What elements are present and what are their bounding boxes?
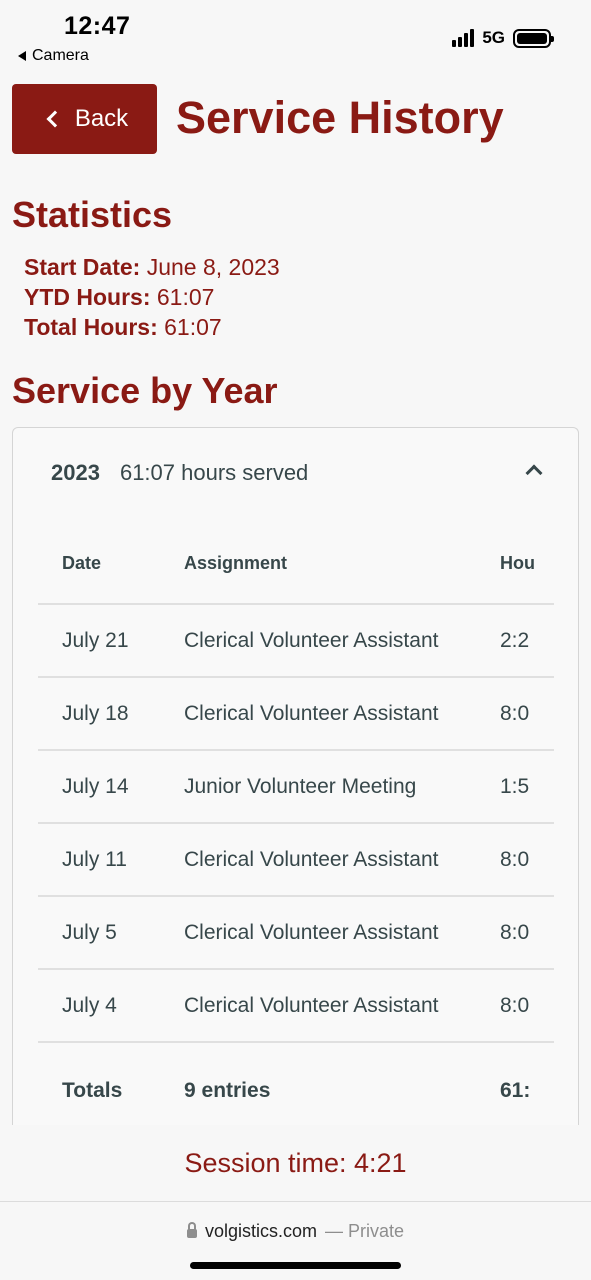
browser-address-bar[interactable]: volgistics.com — Private	[0, 1201, 591, 1280]
row-assignment: Clerical Volunteer Assistant	[184, 896, 500, 970]
total-hours-row: Total Hours: 61:07	[24, 312, 280, 342]
service-by-year-heading: Service by Year	[12, 370, 278, 411]
private-label: — Private	[325, 1221, 405, 1241]
statistics-heading: Statistics	[12, 194, 173, 235]
network-label: 5G	[482, 28, 505, 47]
chevron-up-icon[interactable]	[525, 464, 543, 482]
year-panel: 2023 61:07 hours served Date Assignment …	[12, 427, 579, 1125]
row-assignment: Junior Volunteer Meeting	[184, 750, 500, 824]
lock-icon	[186, 1222, 197, 1238]
status-bar: 12:47 Camera 5G	[0, 0, 591, 72]
table-row: July 18 Clerical Volunteer Assistant 8:0	[38, 677, 554, 751]
signal-icon	[452, 29, 475, 47]
table-row: July 5 Clerical Volunteer Assistant 8:0	[38, 896, 554, 970]
column-header-date: Date	[38, 523, 184, 605]
ytd-hours-value: 61:07	[156, 284, 215, 310]
status-time: 12:47	[64, 12, 131, 40]
table-row: July 21 Clerical Volunteer Assistant 2:2	[38, 604, 554, 678]
totals-entries: 9 entries	[184, 1078, 271, 1102]
row-assignment: Clerical Volunteer Assistant	[184, 969, 500, 1043]
domain-label: volgistics.com	[204, 1221, 317, 1241]
back-triangle-icon	[18, 51, 26, 61]
totals-row: Totals 9 entries 61:	[38, 1042, 554, 1125]
service-table-scroll[interactable]: Date Assignment Hou July 21 Clerical Vol…	[38, 523, 554, 1125]
year-panel-toggle[interactable]: 2023 61:07 hours served	[51, 460, 308, 486]
back-button[interactable]: Back	[12, 84, 157, 154]
chevron-left-icon	[46, 110, 64, 128]
table-row: July 11 Clerical Volunteer Assistant 8:0	[38, 823, 554, 897]
service-table: Date Assignment Hou July 21 Clerical Vol…	[38, 523, 554, 1125]
back-app-label: Camera	[32, 47, 89, 64]
row-date: July 4	[38, 969, 184, 1043]
address-display[interactable]: volgistics.com — Private	[0, 1221, 591, 1242]
row-hours: 8:0	[500, 896, 554, 970]
battery-icon	[513, 28, 554, 48]
row-date: July 11	[38, 823, 184, 897]
ytd-hours-row: YTD Hours: 61:07	[24, 282, 280, 312]
row-assignment: Clerical Volunteer Assistant	[184, 677, 500, 751]
status-indicators: 5G	[452, 28, 554, 48]
row-date: July 18	[38, 677, 184, 751]
ytd-hours-label: YTD Hours:	[24, 284, 151, 310]
row-hours: 8:0	[500, 677, 554, 751]
year-label: 2023	[51, 460, 100, 485]
column-header-hours: Hou	[500, 523, 554, 605]
row-hours: 8:0	[500, 823, 554, 897]
row-assignment: Clerical Volunteer Assistant	[184, 604, 500, 678]
total-hours-label: Total Hours:	[24, 314, 158, 340]
totals-hours: 61:	[500, 1078, 531, 1102]
table-header-row: Date Assignment Hou	[38, 523, 554, 605]
year-hours-summary: 61:07 hours served	[119, 460, 309, 485]
back-button-label: Back	[74, 105, 129, 132]
table-row: July 14 Junior Volunteer Meeting 1:5	[38, 750, 554, 824]
home-indicator[interactable]	[190, 1262, 401, 1269]
row-date: July 5	[38, 896, 184, 970]
table-row: July 4 Clerical Volunteer Assistant 8:0	[38, 969, 554, 1043]
session-time: Session time: 4:21	[184, 1148, 407, 1178]
total-hours-value: 61:07	[164, 314, 222, 340]
row-hours: 2:2	[500, 604, 554, 678]
statistics-list: Start Date: June 8, 2023 YTD Hours: 61:0…	[24, 252, 280, 342]
row-hours: 8:0	[500, 969, 554, 1043]
page-title: Service History	[176, 92, 504, 143]
back-to-camera-link[interactable]: Camera	[18, 47, 89, 65]
row-hours: 1:5	[500, 750, 554, 824]
start-date-value: June 8, 2023	[146, 254, 280, 280]
row-date: July 14	[38, 750, 184, 824]
start-date-row: Start Date: June 8, 2023	[24, 252, 280, 282]
column-header-assignment: Assignment	[184, 523, 500, 605]
start-date-label: Start Date:	[24, 254, 141, 280]
totals-label: Totals	[62, 1078, 123, 1102]
row-assignment: Clerical Volunteer Assistant	[184, 823, 500, 897]
row-date: July 21	[38, 604, 184, 678]
